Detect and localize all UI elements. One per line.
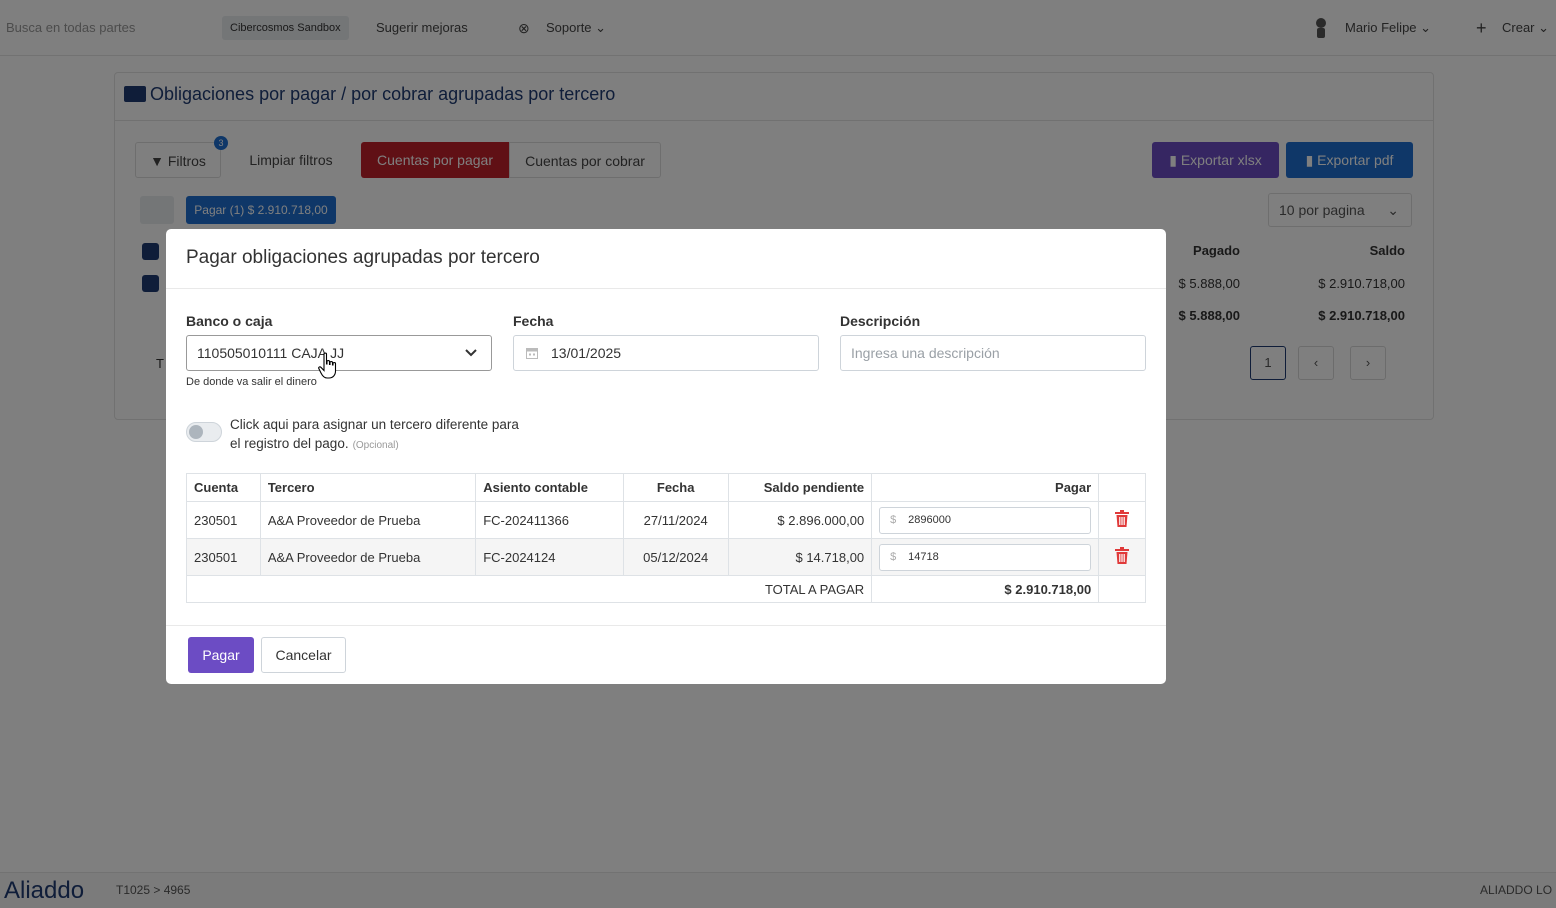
bank-helper-text: De donde va salir el dinero bbox=[186, 376, 317, 388]
pay-button[interactable]: Pagar bbox=[188, 637, 254, 673]
modal-title: Pagar obligaciones agrupadas por tercero bbox=[186, 247, 540, 268]
header-date: Fecha bbox=[622, 473, 729, 502]
currency-symbol: $ bbox=[890, 550, 897, 563]
cell-date: 27/11/2024 bbox=[622, 501, 729, 539]
total-value: $ 2.910.718,00 bbox=[871, 575, 1100, 603]
cell-pending-balance: $ 2.896.000,00 bbox=[727, 501, 873, 539]
cancel-button[interactable]: Cancelar bbox=[261, 637, 346, 673]
modal-footer-divider bbox=[166, 625, 1166, 626]
pay-amount-input[interactable]: $ 2896000 bbox=[879, 506, 1092, 534]
date-input[interactable]: 13/01/2025 bbox=[513, 335, 819, 371]
cell-account: 230501 bbox=[186, 501, 261, 539]
header-pay: Pagar bbox=[871, 473, 1100, 502]
hand-cursor-icon bbox=[318, 352, 337, 379]
header-account: Cuenta bbox=[186, 473, 261, 502]
table-header-row: Cuenta Tercero Asiento contable Fecha Sa… bbox=[186, 473, 1146, 502]
header-actions bbox=[1098, 473, 1146, 502]
trash-icon bbox=[1115, 547, 1130, 564]
obligations-table: Cuenta Tercero Asiento contable Fecha Sa… bbox=[185, 473, 1146, 603]
cell-third-party: A&A Proveedor de Prueba bbox=[259, 501, 477, 539]
cell-account: 230501 bbox=[186, 538, 261, 576]
modal-header: Pagar obligaciones agrupadas por tercero bbox=[166, 229, 1166, 289]
pay-amount-value: 2896000 bbox=[908, 513, 951, 526]
toggle-description: Click aqui para asignar un tercero difer… bbox=[230, 415, 530, 455]
cell-accounting-entry: FC-2024124 bbox=[475, 538, 624, 576]
delete-row-button[interactable] bbox=[1098, 501, 1146, 539]
table-row: 230501 A&A Proveedor de Prueba FC-202411… bbox=[186, 501, 1146, 539]
cell-third-party: A&A Proveedor de Prueba bbox=[259, 538, 477, 576]
calendar-icon bbox=[526, 348, 538, 359]
trash-icon bbox=[1115, 510, 1130, 527]
total-label: TOTAL A PAGAR bbox=[185, 575, 873, 603]
cell-pending-balance: $ 14.718,00 bbox=[727, 538, 873, 576]
description-label: Descripción bbox=[840, 313, 921, 329]
bank-label: Banco o caja bbox=[186, 313, 273, 329]
date-value: 13/01/2025 bbox=[551, 345, 622, 361]
description-placeholder: Ingresa una descripción bbox=[851, 345, 1000, 361]
pay-obligations-modal: Pagar obligaciones agrupadas por tercero… bbox=[166, 229, 1166, 684]
total-row: TOTAL A PAGAR $ 2.910.718,00 bbox=[185, 575, 1146, 603]
header-pending-balance: Saldo pendiente bbox=[727, 473, 873, 502]
cell-accounting-entry: FC-202411366 bbox=[475, 501, 624, 539]
delete-row-button[interactable] bbox=[1098, 538, 1146, 576]
date-label: Fecha bbox=[513, 313, 554, 329]
pay-amount-value: 14718 bbox=[908, 550, 939, 563]
cell-pay: $ 2896000 bbox=[871, 501, 1100, 539]
cell-pay: $ 14718 bbox=[871, 538, 1100, 576]
header-third-party: Tercero bbox=[259, 473, 477, 502]
toggle-knob bbox=[189, 425, 203, 439]
header-accounting-entry: Asiento contable bbox=[475, 473, 624, 502]
currency-symbol: $ bbox=[890, 513, 897, 526]
table-row: 230501 A&A Proveedor de Prueba FC-202412… bbox=[186, 538, 1146, 576]
chevron-down-icon bbox=[465, 349, 477, 357]
description-input[interactable]: Ingresa una descripción bbox=[840, 335, 1146, 371]
cell-date: 05/12/2024 bbox=[622, 538, 729, 576]
different-third-party-toggle[interactable] bbox=[186, 422, 222, 442]
optional-hint: (Opcional) bbox=[352, 440, 399, 451]
pay-amount-input[interactable]: $ 14718 bbox=[879, 543, 1092, 571]
total-empty-cell bbox=[1098, 575, 1146, 603]
